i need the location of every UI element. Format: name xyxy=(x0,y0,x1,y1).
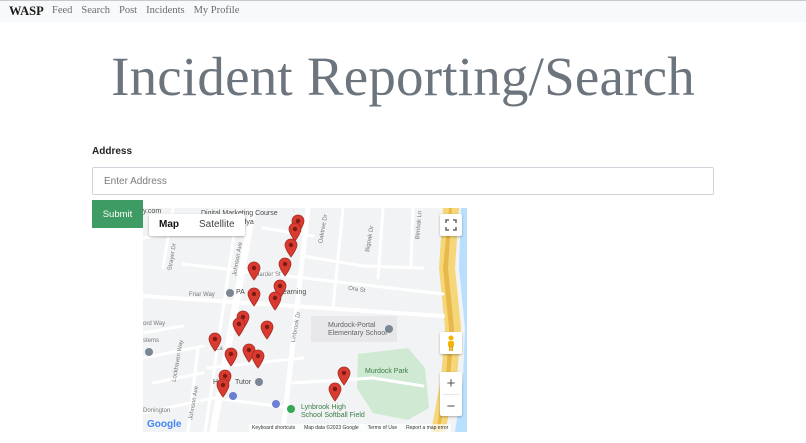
incident-pin-icon[interactable] xyxy=(268,291,282,316)
incident-pin-icon[interactable] xyxy=(232,317,246,342)
pegman-icon xyxy=(448,335,454,351)
incident-pin-icon[interactable] xyxy=(251,349,265,374)
incident-pin-icon[interactable] xyxy=(247,287,261,312)
google-logo: Google xyxy=(147,419,182,430)
incident-pin-icon[interactable] xyxy=(216,378,230,403)
page-title: Incident Reporting/Search xyxy=(111,46,695,107)
zoom-in-button[interactable]: + xyxy=(440,372,462,394)
label-donington: Donington xyxy=(143,408,171,414)
incident-pin-icon[interactable] xyxy=(208,332,222,357)
address-input[interactable] xyxy=(92,167,714,195)
nav-incidents[interactable]: Incidents xyxy=(146,5,185,16)
label-murdock-park: Murdock Park xyxy=(365,368,409,375)
zoom-control: + − xyxy=(440,372,462,416)
street-view-pegman[interactable] xyxy=(440,332,462,354)
map-type-map-button[interactable]: Map xyxy=(149,214,189,236)
report-map-error-link[interactable]: Report a map error xyxy=(406,425,448,431)
map-attribution: Keyboard shortcuts Map data ©2023 Google… xyxy=(249,424,452,432)
label-lynbrook-2: School Softball Field xyxy=(301,412,365,419)
incident-pin-icon[interactable] xyxy=(328,382,342,407)
poi-pa-label: PA xyxy=(236,289,245,296)
incident-map[interactable]: Digital Marketing Course Digital Vidya y… xyxy=(143,208,467,432)
map-type-satellite-button[interactable]: Satellite xyxy=(189,214,245,236)
label-friar-way: Friar Way xyxy=(189,292,215,298)
fullscreen-icon xyxy=(445,219,457,231)
fullscreen-button[interactable] xyxy=(440,214,462,236)
submit-button[interactable]: Submit xyxy=(92,200,143,228)
terms-of-use-link[interactable]: Terms of Use xyxy=(368,425,397,431)
label-tutor: Tutor xyxy=(235,379,252,386)
brand-link[interactable]: WASP xyxy=(9,4,44,19)
label-murdock-school-2: Elementary School xyxy=(328,330,387,337)
map-type-control: Map Satellite xyxy=(149,214,245,236)
label-murdock-school-1: Murdock-Portal xyxy=(328,322,376,329)
keyboard-shortcuts-link[interactable]: Keyboard shortcuts xyxy=(252,425,295,431)
navbar: WASP Feed Search Post Incidents My Profi… xyxy=(0,0,806,22)
incident-pin-icon[interactable] xyxy=(247,261,261,286)
address-label: Address xyxy=(92,146,133,157)
label-stems: stems xyxy=(143,338,160,344)
nav-post[interactable]: Post xyxy=(119,5,137,16)
map-data-text: Map data ©2023 Google xyxy=(304,425,359,431)
nav-search[interactable]: Search xyxy=(81,5,110,16)
nav-links: Feed Search Post Incidents My Profile xyxy=(52,5,248,16)
incident-pin-icon[interactable] xyxy=(260,320,274,345)
nav-feed[interactable]: Feed xyxy=(52,5,72,16)
nav-my-profile[interactable]: My Profile xyxy=(194,5,240,16)
label-ord-way: ord Way xyxy=(143,321,166,327)
zoom-out-button[interactable]: − xyxy=(440,395,462,417)
